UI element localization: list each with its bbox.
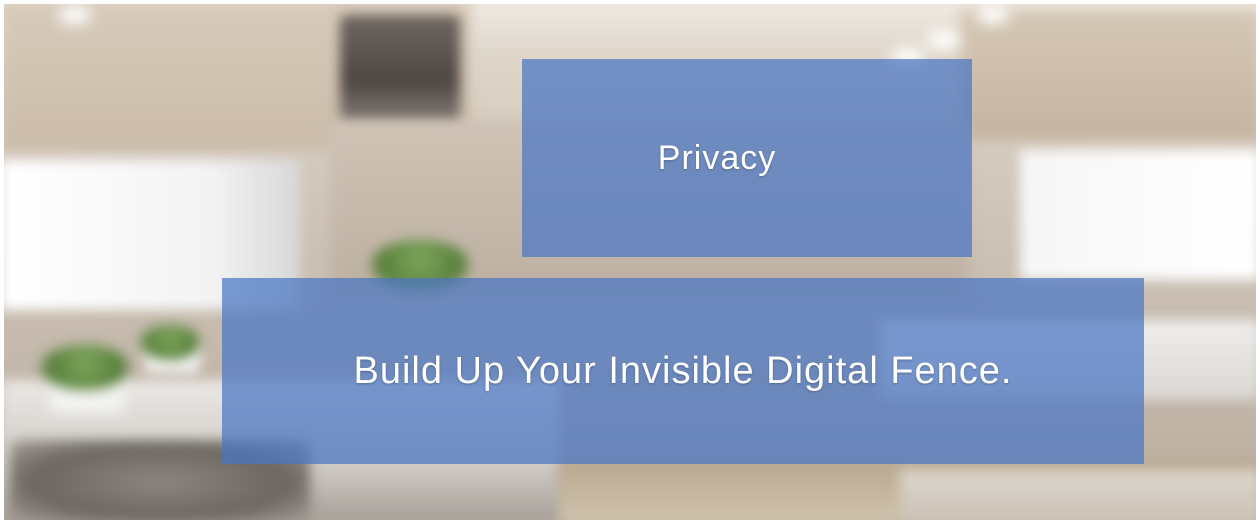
- image-border: [0, 0, 1260, 524]
- hero-banner: Privacy Build Up Your Invisible Digital …: [0, 0, 1260, 524]
